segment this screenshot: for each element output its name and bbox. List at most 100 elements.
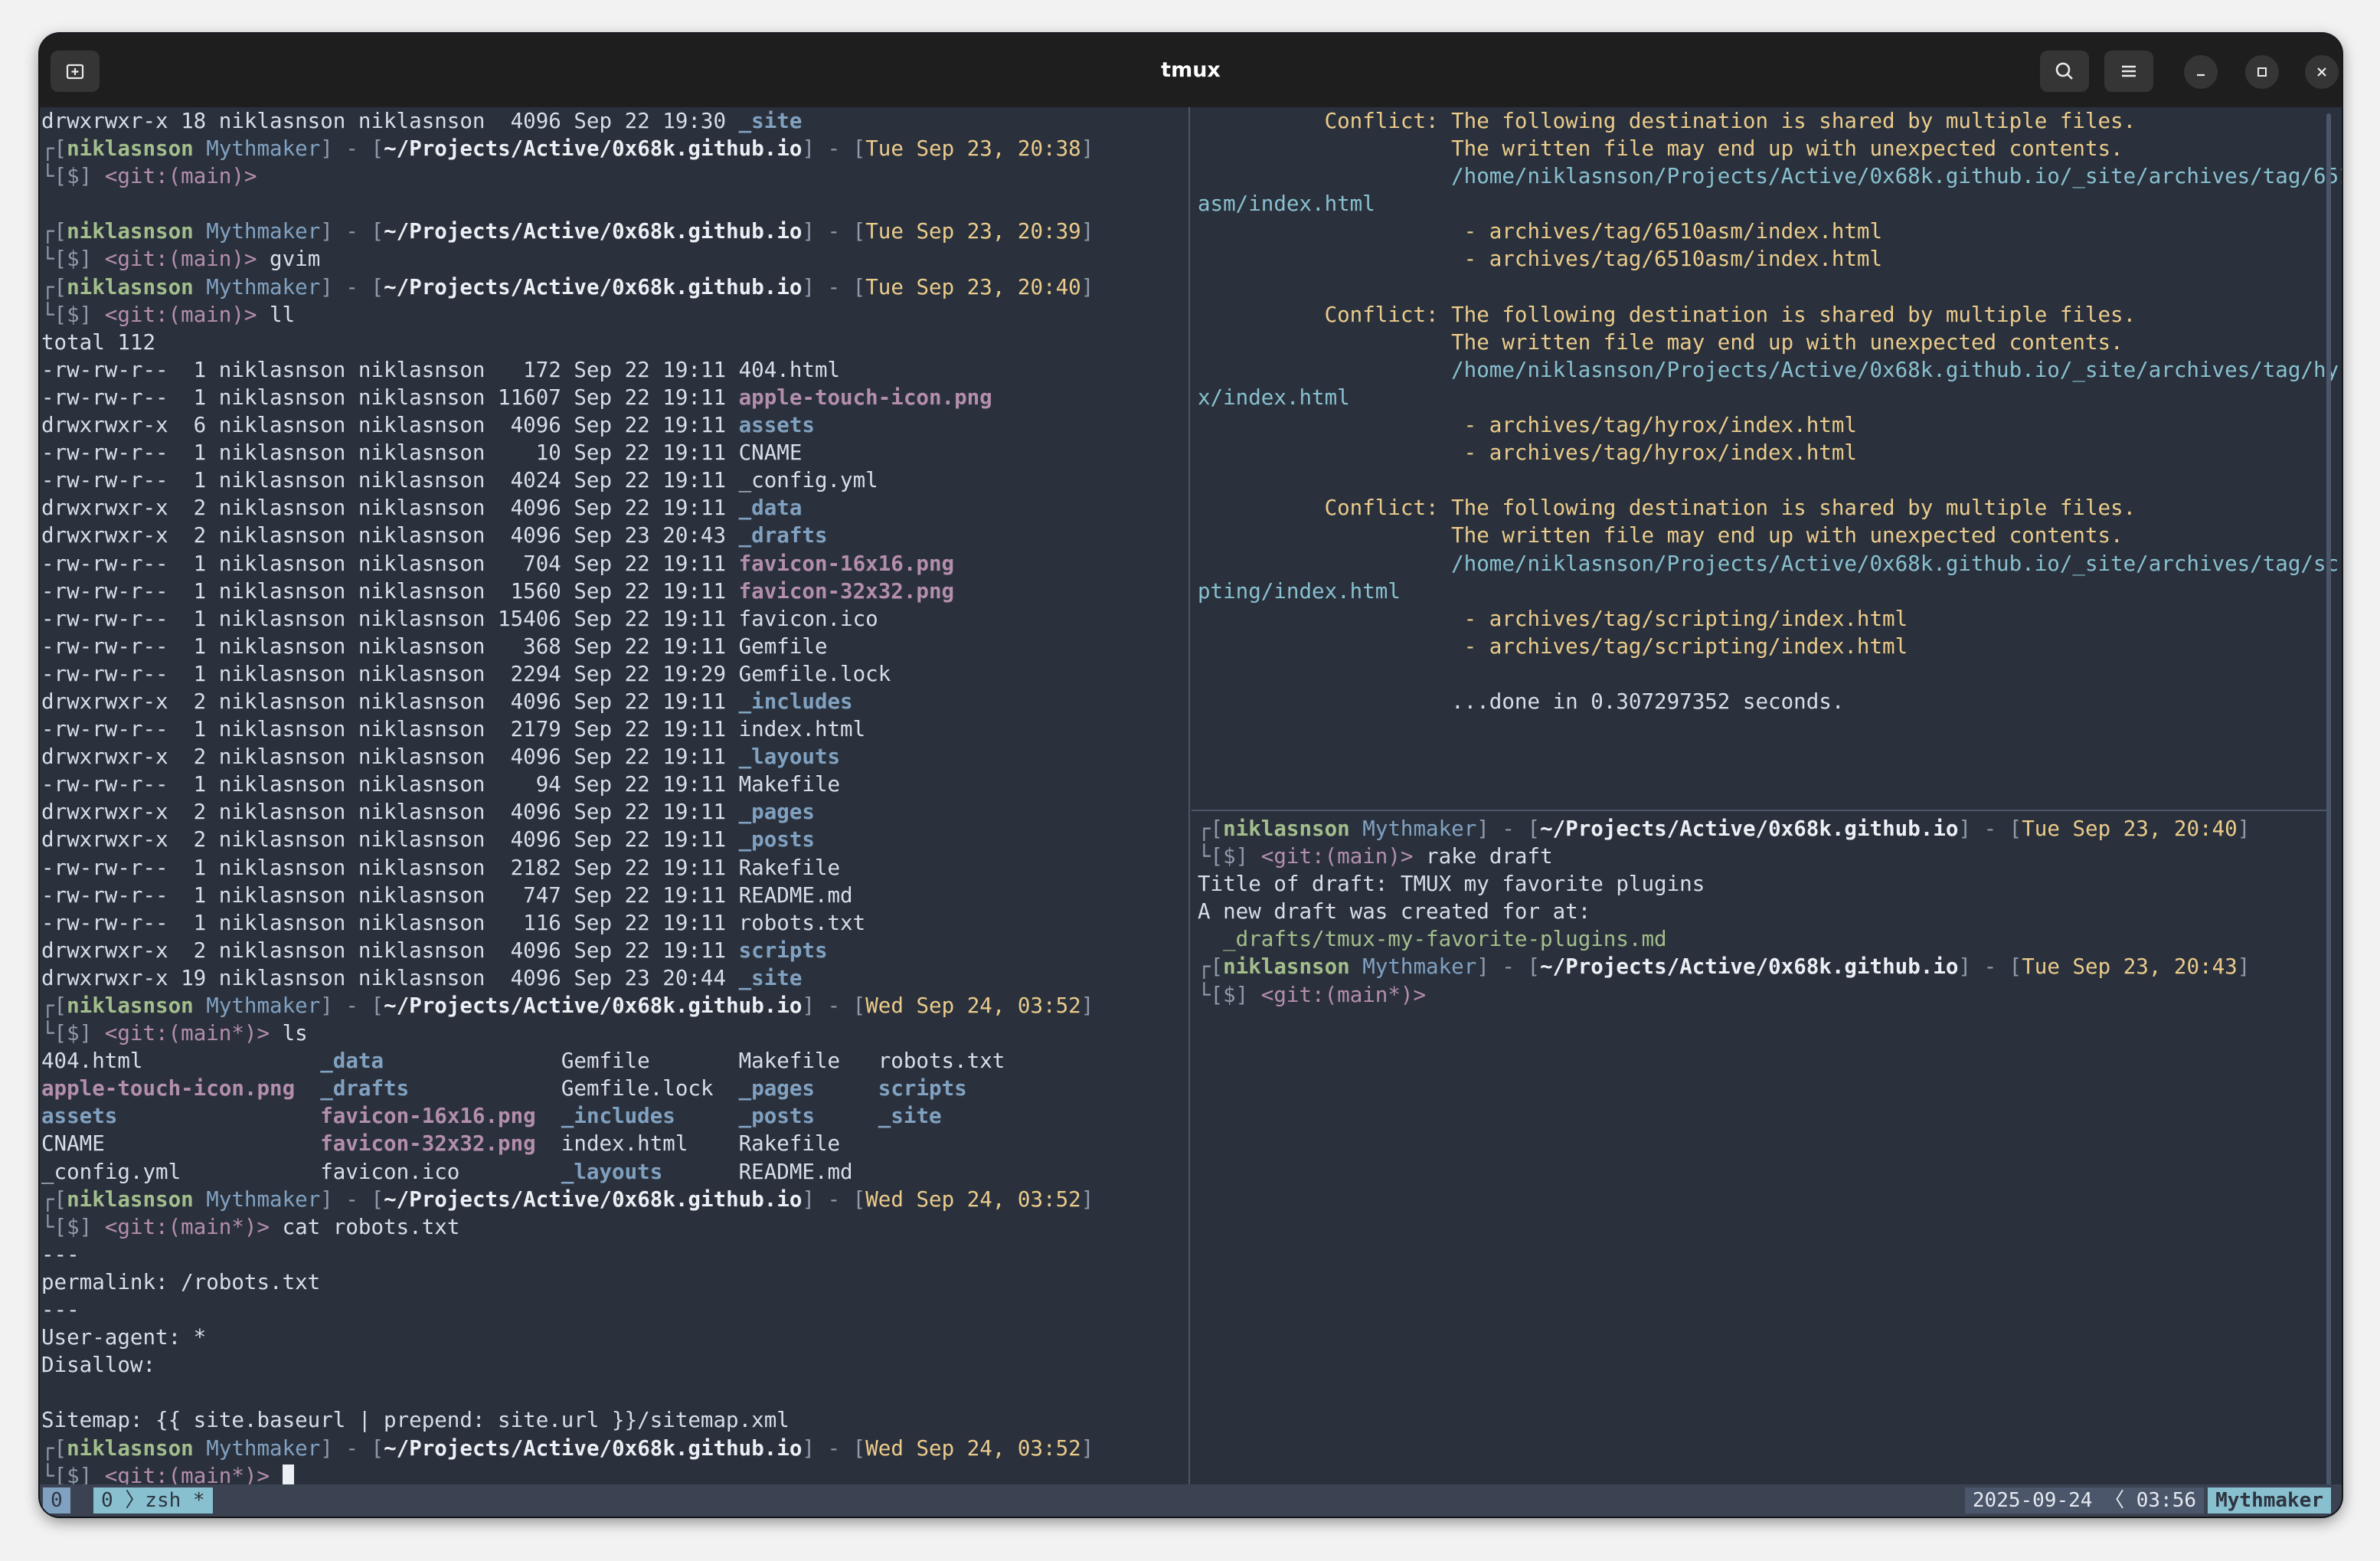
terminal-text: gvim <box>257 247 321 272</box>
terminal-text: Mythmaker <box>193 1186 321 1212</box>
terminal-text: - archives/tag/scripting/index.html <box>1198 606 1908 631</box>
terminal-text: niklasnson <box>67 136 194 162</box>
left-pane[interactable]: drwxrwxr-x 18 niklasnson niklasnson 4096… <box>41 107 1187 1484</box>
terminal-text: drwxrwxr-x 19 niklasnson niklasnson 4096… <box>41 965 739 990</box>
terminal-text: niklasnson <box>67 1435 194 1461</box>
session-indicator[interactable]: 0 <box>43 1487 70 1514</box>
terminal-line: permalink: /robots.txt <box>41 1268 1187 1296</box>
terminal-line: └[$] <git:(main)> gvim <box>41 245 1187 273</box>
terminal-text: ] <box>2237 954 2251 980</box>
terminal-text: _includes <box>561 1104 675 1129</box>
terminal-line: - archives/tag/6510asm/index.html <box>1198 218 2342 245</box>
terminal-text: └[$] <box>41 1214 105 1239</box>
terminal-text: -rw-rw-r-- 1 niklasnson niklasnson 1560 … <box>41 578 739 604</box>
terminal-text: _data <box>320 1049 384 1074</box>
close-button[interactable] <box>2305 55 2339 89</box>
right-bottom-pane[interactable]: ┌[niklasnson Mythmaker] - [~/Projects/Ac… <box>1198 815 2342 1484</box>
terminal-text: /home/niklasnson/Projects/Active/0x68k.g… <box>1198 164 2342 189</box>
terminal-text: ~/Projects/Active/0x68k.github.io <box>384 1186 803 1212</box>
terminal-text: Conflict: The following destination is s… <box>1198 302 2136 327</box>
terminal-text: Tue Sep 23, 20:39 <box>865 219 1081 244</box>
terminal-text: └[$] <box>41 247 105 272</box>
terminal-line: -rw-rw-r-- 1 niklasnson niklasnson 704 S… <box>41 550 1187 578</box>
terminal-text: ] - [ <box>1476 816 1541 841</box>
menu-button[interactable] <box>2104 51 2153 92</box>
maximize-button[interactable] <box>2245 55 2279 89</box>
terminal-text: -rw-rw-r-- 1 niklasnson niklasnson 10 Se… <box>41 440 803 466</box>
terminal-text: Wed Sep 24, 03:52 <box>865 993 1081 1018</box>
terminal-text: <git:(main*)> <box>104 1021 270 1046</box>
window-title: tmux <box>1161 58 1221 82</box>
terminal-text: Disallow: <box>41 1353 156 1378</box>
terminal-text: 404.html <box>41 1049 321 1074</box>
terminal-line: -rw-rw-r-- 1 niklasnson niklasnson 4024 … <box>41 466 1187 494</box>
terminal-text: ] - [ <box>1958 816 2022 841</box>
search-button[interactable] <box>2040 51 2089 92</box>
terminal-text: Gemfile.lock <box>409 1076 739 1101</box>
scrollbar[interactable] <box>2326 113 2331 1515</box>
terminal-line: drwxrwxr-x 2 niklasnson niklasnson 4096 … <box>41 743 1187 771</box>
terminal-text: _config.yml favicon.ico <box>41 1159 561 1184</box>
close-icon <box>2317 67 2326 77</box>
terminal-text: - archives/tag/hyrox/index.html <box>1198 440 1857 466</box>
pane-divider-horizontal[interactable] <box>1192 810 2329 811</box>
terminal-text: └[$] <box>41 164 105 189</box>
terminal-text: _site <box>738 109 803 133</box>
terminal-text: ┌[ <box>1198 954 1224 980</box>
terminal-text: The written file may end up with unexpec… <box>1198 329 2123 355</box>
terminal-text: Conflict: The following destination is s… <box>1198 496 2136 521</box>
minimize-button[interactable] <box>2184 55 2218 89</box>
terminal-text: -rw-rw-r-- 1 niklasnson niklasnson 116 S… <box>41 910 866 935</box>
terminal-text: _pages <box>738 800 815 825</box>
terminal-text: ┌[ <box>41 136 67 162</box>
terminal-text: assets <box>738 413 815 438</box>
terminal-text: ] - [ <box>1476 954 1541 980</box>
terminal-text: favicon-32x32.png <box>320 1131 536 1157</box>
window-tab[interactable]: 0 〉zsh * <box>93 1487 213 1514</box>
maximize-icon <box>2257 67 2267 77</box>
terminal-line: Conflict: The following destination is s… <box>1198 107 2342 135</box>
terminal-text: <git:(main)> <box>104 247 257 272</box>
terminal-text: ] - [ <box>1958 954 2022 980</box>
terminal-line: ┌[niklasnson Mythmaker] - [~/Projects/Ac… <box>41 1435 1187 1462</box>
terminal-text: ┌[ <box>41 219 67 244</box>
terminal-line: - archives/tag/hyrox/index.html <box>1198 439 2342 466</box>
terminal-text: └[$] <box>1198 982 1261 1007</box>
terminal-text: - archives/tag/6510asm/index.html <box>1198 219 1883 244</box>
new-tab-button[interactable] <box>51 51 100 92</box>
terminal-text: └[$] <box>1198 844 1261 869</box>
terminal-text: -rw-rw-r-- 1 niklasnson niklasnson 94 Se… <box>41 772 841 797</box>
terminal-line: drwxrwxr-x 2 niklasnson niklasnson 4096 … <box>41 494 1187 522</box>
terminal-line: _drafts/tmux-my-favorite-plugins.md <box>1198 925 2342 953</box>
terminal-text: Conflict: The following destination is s… <box>1198 109 2136 133</box>
terminal-text: index.html Rakefile <box>535 1131 841 1157</box>
pane-divider-vertical[interactable] <box>1188 107 1190 1484</box>
terminal-text: ] <box>1080 219 1094 244</box>
terminal-text: niklasnson <box>67 993 194 1018</box>
terminal-text: apple-touch-icon.png <box>738 385 992 410</box>
terminal-text: Sitemap: {{ site.baseurl | prepend: site… <box>41 1408 790 1433</box>
terminal-text: _drafts/tmux-my-favorite-plugins.md <box>1198 927 1667 952</box>
terminal-line: apple-touch-icon.png _drafts Gemfile.loc… <box>41 1075 1187 1102</box>
terminal-text: drwxrwxr-x 6 niklasnson niklasnson 4096 … <box>41 413 739 438</box>
terminal-line: --- <box>41 1296 1187 1324</box>
terminal-text: ~/Projects/Active/0x68k.github.io <box>384 219 803 244</box>
date-time: 2025-09-24 〈 03:56 <box>1964 1487 2204 1514</box>
terminal-line: Sitemap: {{ site.baseurl | prepend: site… <box>41 1406 1187 1434</box>
terminal-line: ┌[niklasnson Mythmaker] - [~/Projects/Ac… <box>41 992 1187 1019</box>
terminal-text: ] - [ <box>802 219 866 244</box>
terminal-text: _posts <box>738 827 815 852</box>
terminal-text: <git:(main*)> <box>104 1214 270 1239</box>
terminal-text: drwxrwxr-x 18 niklasnson niklasnson 4096… <box>41 109 739 133</box>
terminal-text: - archives/tag/scripting/index.html <box>1198 633 1908 659</box>
terminal-text: pting/index.html <box>1198 578 1401 604</box>
terminal-text: apple-touch-icon.png <box>41 1076 296 1101</box>
terminal-line: 404.html _data Gemfile Makefile robots.t… <box>41 1047 1187 1075</box>
terminal-line: ┌[niklasnson Mythmaker] - [~/Projects/Ac… <box>41 1186 1187 1213</box>
terminal-text: drwxrwxr-x 2 niklasnson niklasnson 4096 … <box>41 745 739 770</box>
terminal-text: scripts <box>738 938 828 963</box>
terminal-text: ~/Projects/Active/0x68k.github.io <box>384 274 803 299</box>
terminal-text: favicon-16x16.png <box>738 551 955 576</box>
